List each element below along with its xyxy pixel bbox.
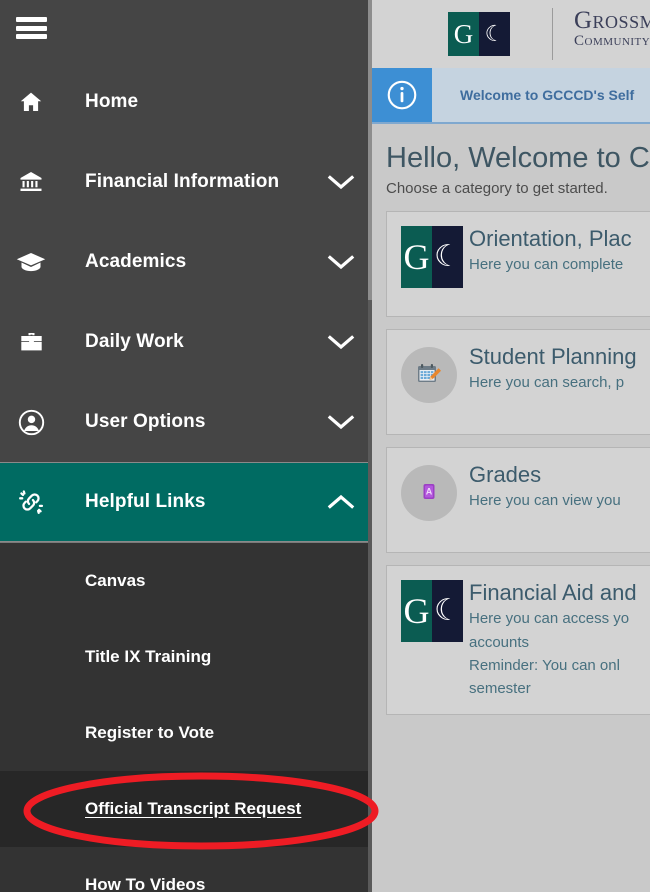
- home-icon: [0, 90, 62, 114]
- sidebar-subitem-official-transcript-request[interactable]: Official Transcript Request: [0, 771, 372, 847]
- gcccd-logo-icon: G ☾: [448, 12, 510, 56]
- user-circle-icon: [0, 409, 62, 436]
- card-description-line: Here you can complete: [469, 256, 624, 274]
- bank-icon: [0, 170, 62, 194]
- sidebar-header: [0, 0, 372, 62]
- sidebar-item-label: Financial Information: [85, 171, 280, 192]
- category-card-list: G ☾ Orientation, Plac Here you can compl…: [372, 197, 650, 716]
- page-header: Hello, Welcome to C Choose a category to…: [372, 124, 650, 198]
- sidebar-item-label: Daily Work: [85, 331, 184, 352]
- gcccd-logo-icon: G ☾: [401, 580, 463, 643]
- chevron-down-icon[interactable]: [310, 333, 372, 351]
- info-icon: [372, 68, 432, 122]
- card-description: Here you can access yo accounts Reminder…: [469, 607, 650, 700]
- sidebar-item-user-options[interactable]: User Options: [0, 382, 372, 462]
- chevron-down-icon[interactable]: [310, 413, 372, 431]
- sidebar-item-label: Academics: [85, 251, 187, 272]
- card-description-line: Here you can search, p: [469, 374, 625, 392]
- hamburger-bar: [16, 34, 47, 39]
- info-banner-text: Welcome to GCCCD's Self: [432, 68, 650, 122]
- sidebar-item-label: User Options: [85, 411, 206, 432]
- sidebar-subitem-canvas[interactable]: Canvas: [0, 543, 372, 619]
- hamburger-bar: [16, 25, 47, 31]
- crescent-moon-icon: ☾: [434, 240, 461, 274]
- card-body: Financial Aid and Here you can access yo…: [465, 580, 650, 700]
- chevron-down-icon[interactable]: [310, 253, 372, 271]
- main-content: G ☾ Grossmont Community Welcome to GC: [372, 0, 650, 892]
- briefcase-icon: [0, 330, 62, 354]
- card-grades[interactable]: A Grades Here you can view you: [386, 447, 650, 554]
- hamburger-bar: [16, 17, 47, 22]
- menu-hamburger-icon[interactable]: [16, 15, 47, 41]
- logo-letter: G: [453, 18, 474, 49]
- info-banner[interactable]: Welcome to GCCCD's Self: [372, 68, 650, 124]
- broken-link-icon: [0, 489, 62, 515]
- card-icon-wrap: A: [401, 462, 465, 538]
- card-description-line: semester: [469, 680, 531, 698]
- card-body: Orientation, Plac Here you can complete: [465, 226, 650, 302]
- brand-divider: [552, 8, 553, 60]
- logo-left-half: G: [448, 12, 479, 56]
- card-description: Here you can complete: [469, 253, 650, 276]
- card-body: Student Planning Here you can search, p: [465, 344, 650, 420]
- sidebar-subitem-how-to-videos[interactable]: How To Videos: [0, 847, 372, 892]
- calendar-pencil-icon: [401, 347, 457, 404]
- card-icon-wrap: G ☾: [401, 580, 465, 700]
- card-description-line: Reminder: You can onl: [469, 656, 620, 674]
- card-student-planning[interactable]: Student Planning Here you can search, p: [386, 329, 650, 436]
- crescent-moon-icon: ☾: [434, 594, 461, 628]
- chevron-down-icon[interactable]: [310, 173, 372, 191]
- card-orientation[interactable]: G ☾ Orientation, Plac Here you can compl…: [386, 211, 650, 318]
- brand-line-1: Grossmont: [574, 7, 650, 34]
- graduation-cap-icon: [0, 251, 62, 273]
- card-body: Grades Here you can view you: [465, 462, 650, 538]
- sidebar-subitem-title-ix-training[interactable]: Title IX Training: [0, 619, 372, 695]
- card-description-line: Here you can view you: [469, 492, 621, 510]
- card-title: Grades: [469, 462, 542, 488]
- card-icon-wrap: [401, 344, 465, 420]
- card-title: Orientation, Plac: [469, 226, 632, 252]
- card-description-line: accounts: [469, 633, 530, 651]
- app-topbar: G ☾ Grossmont Community: [372, 0, 650, 68]
- page-title: Hello, Welcome to C: [386, 142, 650, 174]
- logo-right-half: ☾: [432, 580, 463, 643]
- sidebar-item-daily-work[interactable]: Daily Work: [0, 302, 372, 382]
- sidebar-item-academics[interactable]: Academics: [0, 222, 372, 302]
- sidebar-item-label: Home: [85, 91, 139, 112]
- card-financial-aid[interactable]: G ☾ Financial Aid and Here you can acces…: [386, 565, 650, 716]
- card-icon-wrap: G ☾: [401, 226, 465, 302]
- logo-letter: G: [403, 237, 430, 278]
- sidebar-item-helpful-links[interactable]: Helpful Links: [0, 462, 372, 542]
- brand-line-2: Community: [574, 33, 650, 50]
- sidebar-item-home[interactable]: Home: [0, 62, 372, 142]
- card-title: Financial Aid and: [469, 580, 637, 606]
- svg-text:A: A: [426, 487, 433, 497]
- card-description: Here you can view you: [469, 489, 650, 512]
- card-description-line: Here you can access yo: [469, 610, 630, 628]
- card-description: Here you can search, p: [469, 371, 650, 394]
- sidebar-item-financial-information[interactable]: Financial Information: [0, 142, 372, 222]
- card-title: Student Planning: [469, 344, 637, 370]
- sidebar: Home Financial Information Academics Dai…: [0, 0, 372, 892]
- logo-letter: G: [403, 591, 430, 632]
- logo-right-half: ☾: [479, 12, 510, 56]
- page-subtitle: Choose a category to get started.: [386, 180, 608, 198]
- chevron-up-icon[interactable]: [310, 493, 372, 511]
- logo-left-half: G: [401, 226, 432, 289]
- sidebar-item-label: Helpful Links: [85, 491, 206, 512]
- grade-badge-icon: A: [401, 465, 457, 522]
- sidebar-subitem-register-to-vote[interactable]: Register to Vote: [0, 695, 372, 771]
- gcccd-logo-icon: G ☾: [401, 226, 463, 289]
- logo-right-half: ☾: [432, 226, 463, 289]
- helpful-links-submenu: Canvas Title IX Training Register to Vot…: [0, 542, 372, 892]
- logo-left-half: G: [401, 580, 432, 643]
- brand-wordmark: Grossmont Community: [574, 7, 650, 50]
- app-root: Home Financial Information Academics Dai…: [0, 0, 650, 892]
- crescent-moon-icon: ☾: [484, 21, 505, 46]
